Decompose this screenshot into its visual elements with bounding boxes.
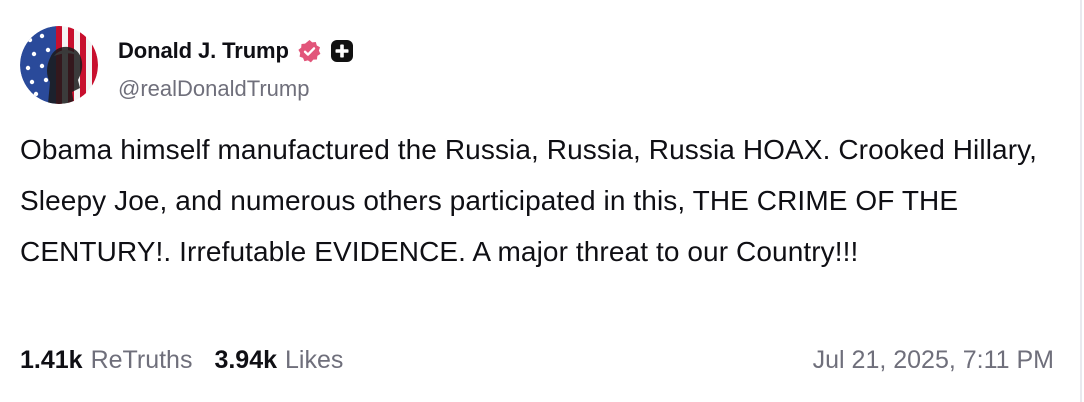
plus-badge-icon — [330, 39, 354, 63]
likes-count: 3.94k — [214, 345, 278, 374]
profile-photo-icon — [20, 26, 98, 104]
author-name-row: Donald J. Trump — [118, 34, 354, 68]
verified-badge-icon — [297, 39, 322, 64]
retruths-stat[interactable]: 1.41k ReTruths — [20, 346, 192, 375]
post-body-text: Obama himself manufactured the Russia, R… — [20, 134, 1038, 267]
retruths-label: ReTruths — [90, 345, 193, 374]
post-footer: 1.41k ReTruths 3.94k Likes Jul 21, 2025,… — [20, 342, 1054, 378]
author-handle[interactable]: @realDonaldTrump — [118, 76, 309, 102]
author-display-name[interactable]: Donald J. Trump — [118, 38, 289, 64]
post-timestamp[interactable]: Jul 21, 2025, 7:11 PM — [813, 346, 1054, 375]
retruths-count: 1.41k — [20, 345, 83, 374]
post-card: Donald J. Trump @realDonaldTrump Obama h… — [0, 0, 1084, 402]
avatar[interactable] — [20, 26, 98, 104]
likes-label: Likes — [285, 345, 344, 374]
likes-stat[interactable]: 3.94k Likes — [214, 346, 343, 375]
